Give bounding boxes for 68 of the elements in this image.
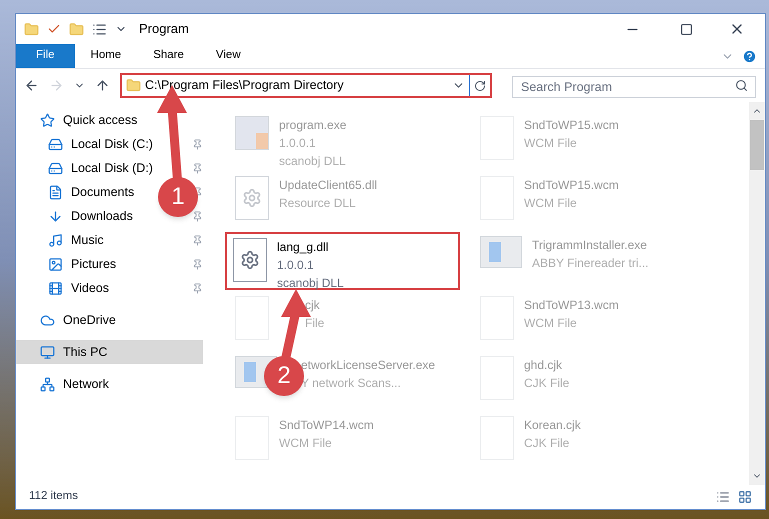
nav-item-icon bbox=[48, 136, 63, 152]
file-name[interactable]: lang_g.dll bbox=[277, 238, 344, 256]
folder-icon bbox=[24, 22, 39, 36]
pin-icon[interactable] bbox=[192, 282, 203, 294]
file-detail: WCM File bbox=[524, 195, 578, 212]
nav-item[interactable]: Pictures bbox=[16, 252, 156, 276]
pin-icon[interactable] bbox=[192, 162, 203, 174]
new-folder-icon bbox=[69, 22, 84, 36]
nav-item-icon bbox=[40, 112, 55, 128]
nav-item[interactable]: Music bbox=[16, 228, 156, 252]
file-detail: File bbox=[305, 315, 324, 332]
nav-item-icon bbox=[40, 376, 55, 392]
details-view-icon[interactable] bbox=[716, 490, 730, 504]
file-detail: 1.0.0.1 bbox=[277, 257, 315, 274]
nav-item[interactable]: This PC bbox=[16, 340, 203, 364]
up-icon[interactable] bbox=[95, 78, 110, 93]
nav-item-icon bbox=[48, 256, 63, 272]
nav-item-icon bbox=[48, 160, 63, 176]
file-detail: CJK File bbox=[524, 375, 570, 392]
application-icon bbox=[235, 116, 269, 150]
view-icon bbox=[92, 22, 107, 36]
file-detail: scanobj DLL bbox=[279, 153, 346, 170]
file-detail: WCM File bbox=[524, 135, 578, 152]
gear-file-icon bbox=[235, 176, 269, 220]
installer-icon bbox=[480, 236, 522, 268]
nav-item[interactable]: Quick access bbox=[16, 108, 156, 132]
file-detail: WCM File bbox=[524, 315, 578, 332]
nav-item-icon bbox=[48, 184, 63, 200]
nav-item[interactable]: Network bbox=[16, 372, 156, 396]
pin-icon[interactable] bbox=[192, 138, 203, 150]
folder-icon bbox=[126, 78, 141, 93]
file-detail: scanobj DLL bbox=[277, 275, 344, 292]
nav-item[interactable]: Documents bbox=[16, 180, 156, 204]
back-icon[interactable] bbox=[24, 78, 39, 93]
search-field[interactable]: Search Program bbox=[512, 76, 756, 98]
ribbon-tab[interactable]: File bbox=[16, 44, 75, 68]
window-title: Program bbox=[139, 20, 189, 38]
file-detail: ABBY Finereader tri... bbox=[532, 255, 648, 272]
scrollbar-thumb[interactable] bbox=[750, 120, 764, 170]
nav-item[interactable]: Downloads bbox=[16, 204, 156, 228]
maximize-icon[interactable] bbox=[680, 22, 693, 36]
address-bar[interactable]: C:\Program Files\Program Directory bbox=[120, 73, 492, 98]
help-icon[interactable] bbox=[742, 48, 757, 64]
tiles-view-icon[interactable] bbox=[738, 490, 752, 504]
nav-item-icon bbox=[40, 344, 55, 360]
file-detail: WCM File bbox=[279, 435, 333, 452]
file-detail: 1.0.0.1 bbox=[279, 135, 317, 152]
search-icon bbox=[735, 78, 748, 92]
nav-item-icon bbox=[40, 312, 55, 328]
nav-item[interactable]: OneDrive bbox=[16, 308, 156, 332]
nav-item[interactable]: Videos bbox=[16, 276, 156, 300]
file-detail: Resource DLL bbox=[279, 195, 357, 212]
file-detail: CJK File bbox=[524, 435, 570, 452]
ribbon-tab[interactable]: View bbox=[200, 44, 257, 68]
pin-icon[interactable] bbox=[192, 234, 203, 246]
nav-item[interactable]: Local Disk (D:) bbox=[16, 156, 156, 180]
item-count: 112 items bbox=[29, 489, 80, 504]
nav-item-icon bbox=[48, 208, 63, 224]
pin-icon[interactable] bbox=[192, 258, 203, 270]
gear-file-icon bbox=[233, 238, 267, 282]
ribbon-tab[interactable]: Share bbox=[137, 44, 200, 68]
nav-item-icon bbox=[48, 280, 63, 296]
ribbon-tab[interactable]: Home bbox=[74, 44, 138, 68]
nav-item[interactable]: Local Disk (C:) bbox=[16, 132, 156, 156]
pin-icon[interactable] bbox=[192, 210, 203, 222]
scrollbar[interactable] bbox=[749, 102, 765, 485]
nav-item-icon bbox=[48, 232, 63, 248]
refresh-icon bbox=[474, 80, 486, 92]
